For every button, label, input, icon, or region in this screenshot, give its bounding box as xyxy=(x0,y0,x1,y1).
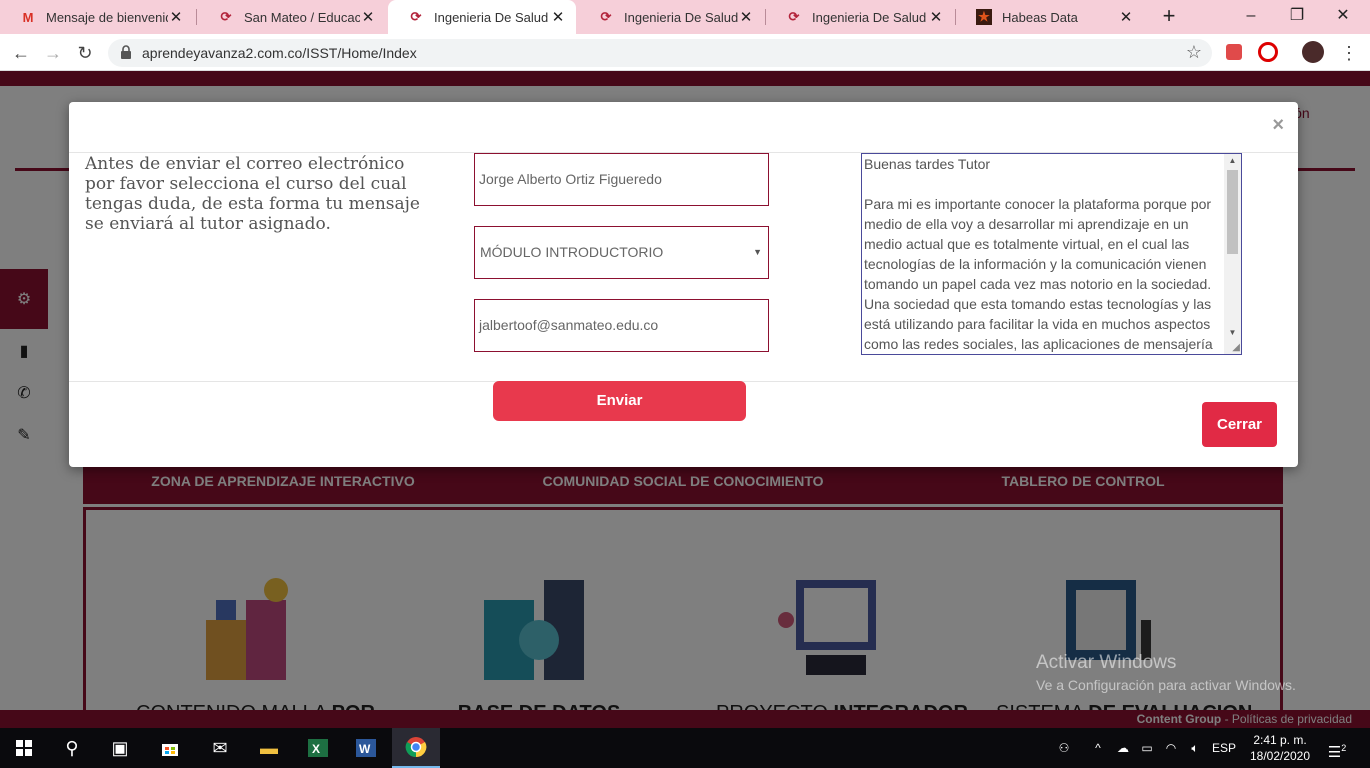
dropdown-arrow-icon: ▼ xyxy=(753,247,762,257)
activate-windows-title: Activar Windows xyxy=(1036,652,1177,673)
tab-strip: M Mensaje de bienvenida ✕ ⟳ San Mateo / … xyxy=(0,0,1370,34)
opera-extension-icon[interactable] xyxy=(1258,42,1278,62)
browser-menu-icon[interactable]: ⋮ xyxy=(1336,40,1362,66)
message-text: Buenas tardes Tutor Para mi es important… xyxy=(864,156,1213,352)
close-tab-icon[interactable]: ✕ xyxy=(360,8,376,26)
browser-tab-4[interactable]: ⟳ Ingenieria De Salud ✕ xyxy=(578,0,764,34)
browser-tab-2[interactable]: ⟳ San Mateo / Educación ✕ xyxy=(198,0,386,34)
close-button[interactable]: Cerrar xyxy=(1202,402,1277,447)
notification-count: 2 xyxy=(1341,743,1347,753)
excel-icon[interactable]: X xyxy=(294,728,342,768)
scroll-thumb[interactable] xyxy=(1227,170,1238,254)
volume-icon[interactable]: 🔈︎ xyxy=(1184,728,1206,768)
chrome-icon[interactable] xyxy=(392,728,440,768)
sanmateo-icon: ⟳ xyxy=(410,9,422,24)
scroll-up-arrow-icon[interactable]: ▲ xyxy=(1224,154,1241,168)
tab-title: Habeas Data xyxy=(1002,9,1078,25)
close-tab-icon[interactable]: ✕ xyxy=(738,8,754,26)
profile-avatar[interactable] xyxy=(1302,41,1324,63)
mail-icon[interactable]: ✉ xyxy=(196,728,244,768)
sanmateo-icon: ⟳ xyxy=(600,9,612,24)
extension-shield-icon[interactable] xyxy=(1226,44,1242,60)
search-icon[interactable]: ⚲ xyxy=(48,728,96,768)
modal-instructions: Antes de enviar el correo electrónico po… xyxy=(85,154,420,234)
tab-title: Ingenieria De Salud xyxy=(812,9,927,25)
clock[interactable]: 2:41 p. m. 18/02/2020 xyxy=(1244,732,1316,764)
bookmark-star-icon[interactable]: ☆ xyxy=(1186,42,1202,63)
send-button[interactable]: Enviar xyxy=(493,381,746,421)
tab-title: San Mateo / Educación xyxy=(244,9,360,25)
clock-time: 2:41 p. m. xyxy=(1253,733,1307,747)
task-view-icon[interactable]: ▣ xyxy=(96,728,144,768)
url-text: aprendeyavanza2.com.co/ISST/Home/Index xyxy=(142,45,417,61)
battery-icon[interactable]: ▭ xyxy=(1136,728,1158,768)
forward-button[interactable]: → xyxy=(40,40,66,66)
onedrive-icon[interactable]: ☁ xyxy=(1112,728,1134,768)
name-field[interactable]: Jorge Alberto Ortiz Figueredo xyxy=(474,153,769,206)
store-icon[interactable] xyxy=(146,728,194,768)
close-tab-icon[interactable]: ✕ xyxy=(1118,8,1134,26)
sanmateo-icon: ⟳ xyxy=(220,9,232,24)
windows-start-icon[interactable] xyxy=(0,728,48,768)
sanmateo-icon: ⟳ xyxy=(788,9,800,24)
clock-date: 18/02/2020 xyxy=(1249,749,1311,763)
modal-close-icon[interactable]: × xyxy=(1272,114,1284,137)
resize-grip-icon[interactable]: ◢ xyxy=(1232,342,1240,353)
star-icon: ★ xyxy=(976,9,992,25)
restore-button[interactable]: ❐ xyxy=(1274,0,1320,34)
browser-tab-1[interactable]: M Mensaje de bienvenida ✕ xyxy=(0,0,194,34)
tab-title: Ingenieria De Salud xyxy=(624,9,738,25)
wifi-icon[interactable]: ◠ xyxy=(1160,728,1182,768)
close-tab-icon[interactable]: ✕ xyxy=(550,8,566,26)
url-bar[interactable]: aprendeyavanza2.com.co/ISST/Home/Index ☆ xyxy=(108,39,1212,67)
show-hidden-icons-icon[interactable]: ^ xyxy=(1088,728,1108,768)
activate-windows-subtitle: Ve a Configuración para activar Windows. xyxy=(1036,677,1296,693)
reload-button[interactable]: ↻ xyxy=(72,40,98,66)
gmail-icon: M xyxy=(22,9,34,25)
browser-tab-3-active[interactable]: ⟳ Ingenieria De Salud ✕ xyxy=(388,0,576,34)
new-tab-button[interactable]: + xyxy=(1156,4,1182,30)
windows-taskbar: ⚲ ▣ ✉ ▬ X W ⚇ ^ ☁ ▭ ◠ 🔈︎ ESP 2:41 p. m. … xyxy=(0,728,1370,768)
browser-tab-5[interactable]: ⟳ Ingenieria De Salud ✕ xyxy=(766,0,954,34)
window-close-button[interactable]: ✕ xyxy=(1320,0,1366,34)
svg-text:X: X xyxy=(312,742,320,756)
contact-tutor-modal: × Antes de enviar el correo electrónico … xyxy=(69,102,1298,467)
message-textarea[interactable]: Buenas tardes Tutor Para mi es important… xyxy=(861,153,1242,355)
browser-tab-6[interactable]: ★ Habeas Data ✕ xyxy=(956,0,1144,34)
language-indicator[interactable]: ESP xyxy=(1210,728,1238,768)
lock-icon xyxy=(120,45,132,64)
action-center-icon[interactable]: ☰2 xyxy=(1322,728,1352,768)
tab-title: Mensaje de bienvenida xyxy=(46,9,168,25)
close-tab-icon[interactable]: ✕ xyxy=(168,8,184,26)
back-button[interactable]: ← xyxy=(8,40,34,66)
course-select-value: MÓDULO INTRODUCTORIO xyxy=(480,244,664,260)
course-select[interactable]: MÓDULO INTRODUCTORIO ▼ xyxy=(474,226,769,279)
email-field[interactable]: jalbertoof@sanmateo.edu.co xyxy=(474,299,769,352)
svg-text:W: W xyxy=(359,742,371,756)
close-tab-icon[interactable]: ✕ xyxy=(928,8,944,26)
address-bar-row: ← → ↻ aprendeyavanza2.com.co/ISST/Home/I… xyxy=(0,34,1370,71)
tab-title: Ingenieria De Salud xyxy=(434,9,549,25)
textarea-scrollbar[interactable]: ▲ ▼ xyxy=(1224,154,1241,354)
scroll-down-arrow-icon[interactable]: ▼ xyxy=(1224,326,1241,340)
people-icon[interactable]: ⚇ xyxy=(1052,728,1076,768)
minimize-button[interactable]: – xyxy=(1228,0,1274,34)
file-explorer-icon[interactable]: ▬ xyxy=(245,728,293,768)
word-icon[interactable]: W xyxy=(342,728,390,768)
